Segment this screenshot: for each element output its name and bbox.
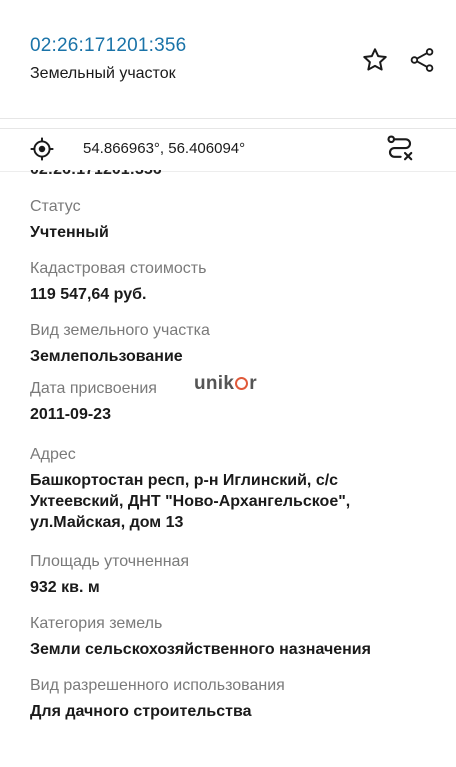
field-status: Статус Учтенный: [30, 197, 430, 243]
field-label: Категория земель: [30, 615, 163, 632]
field-value: Учтенный: [30, 224, 109, 241]
favorite-button[interactable]: [360, 45, 390, 75]
coordinates-bar: 54.866963°, 56.406094°: [0, 128, 456, 172]
field-value: 119 547,64 руб.: [30, 286, 147, 303]
field-value: Для дачного строительства: [30, 703, 252, 720]
share-button[interactable]: [407, 45, 437, 75]
field-area: Площадь уточненная 932 кв. м: [30, 552, 430, 598]
field-label: Площадь уточненная: [30, 553, 190, 570]
address-line: ул.Майская, дом 13: [30, 514, 184, 531]
field-cadastral-cost: Кадастровая стоимость 119 547,64 руб.: [30, 259, 430, 305]
field-value: 2011-09-23: [30, 406, 111, 423]
coordinates-text[interactable]: 54.866963°, 56.406094°: [83, 140, 245, 157]
watermark-logo: unik r: [194, 373, 257, 394]
details-list: 02:26:171201:356 Статус Учтенный Кадастр…: [0, 170, 456, 767]
share-icon: [410, 48, 434, 72]
header: 02:26:171201:356 Земельный участок: [0, 0, 456, 119]
crosshair-target-icon: [30, 137, 54, 161]
route-cancel-icon: [387, 135, 413, 161]
route-button[interactable]: [384, 132, 416, 164]
field-address: Адрес Башкортостан респ, р-н Иглинский, …: [30, 445, 430, 533]
cut-off-row: 02:26:171201:356: [30, 170, 162, 179]
field-label: Вид разрешенного использования: [30, 677, 285, 694]
field-value: 932 кв. м: [30, 579, 100, 596]
field-land-category: Категория земель Земли сельскохозяйствен…: [30, 614, 430, 660]
address-line: Уктеевский, ДНТ "Ново-Архангельское",: [30, 493, 351, 510]
cadastral-number[interactable]: 02:26:171201:356: [30, 35, 186, 57]
star-outline-icon: [363, 48, 387, 71]
field-label: Вид земельного участка: [30, 322, 210, 339]
field-value: Земли сельскохозяйственного назначения: [30, 641, 371, 658]
field-label: Кадастровая стоимость: [30, 260, 207, 277]
field-label: Адрес: [30, 446, 76, 463]
field-value: Землепользование: [30, 348, 183, 365]
field-permitted-use: Вид разрешенного использования Для дачно…: [30, 676, 430, 722]
field-value: Башкортостан респ, р-н Иглинский, с/с Ук…: [30, 470, 430, 533]
object-type: Земельный участок: [30, 65, 176, 82]
field-land-type: Вид земельного участка Землепользование: [30, 321, 430, 367]
field-label: Статус: [30, 198, 81, 215]
land-plot-info-screen: 02:26:171201:356 Земельный участок 54.86…: [0, 0, 456, 767]
locate-button[interactable]: [27, 134, 57, 164]
address-line: Башкортостан респ, р-н Иглинский, с/с: [30, 472, 339, 489]
